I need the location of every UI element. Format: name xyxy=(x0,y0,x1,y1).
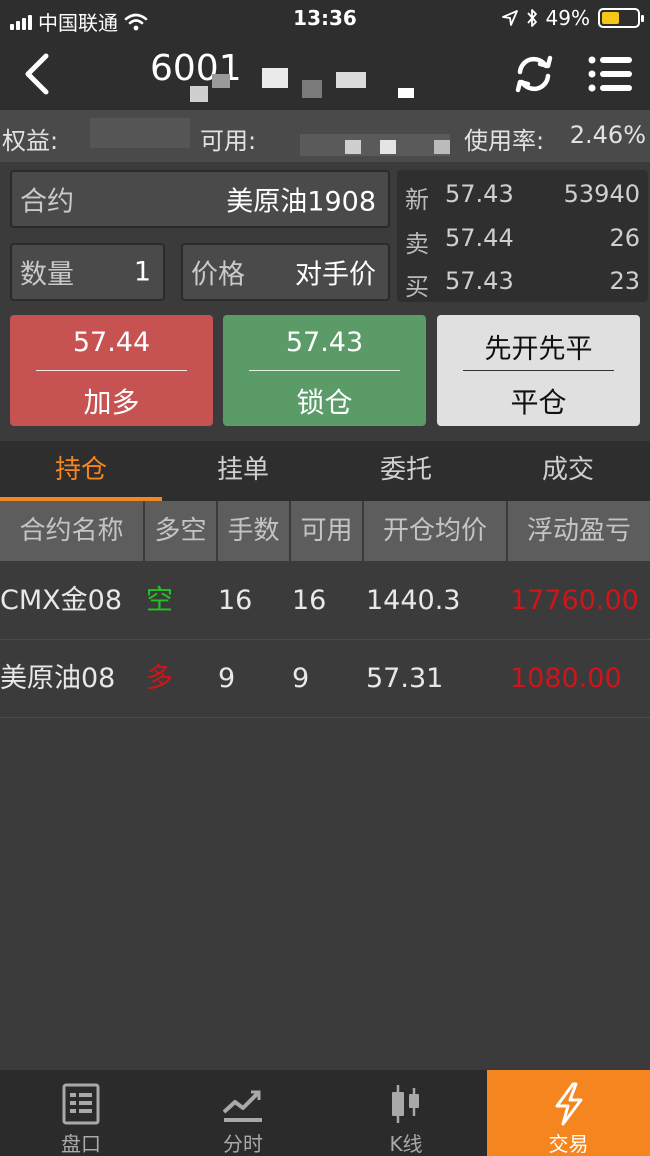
column-header: 浮动盈亏 xyxy=(526,516,631,546)
direction: 多 xyxy=(146,663,173,694)
nav-timeshare[interactable]: 分时 xyxy=(162,1070,324,1156)
lock-position-button[interactable]: 57.43 锁仓 xyxy=(223,315,426,426)
battery-percent: 49% xyxy=(545,6,590,30)
column-header: 手数 xyxy=(218,501,291,561)
price-value: 对手价 xyxy=(295,259,376,291)
quote-row-ask: 卖 57.44 26 xyxy=(397,218,648,258)
table-row[interactable]: 美原油08 多 9 9 57.31 1080.00 xyxy=(0,640,650,718)
tab-orders[interactable]: 委托 xyxy=(325,441,487,501)
available-lots: 16 xyxy=(292,585,327,616)
column-header: 多空 xyxy=(145,501,218,561)
quote-panel: 新 57.43 53940 卖 57.44 26 买 57.43 23 xyxy=(397,170,648,302)
positions-table-header: 合约名称 多空 手数 可用 开仓均价 浮动盈亏 xyxy=(0,501,650,561)
account-summary: 权益: 可用: 使用率: 2.46% xyxy=(0,110,650,162)
lots: 9 xyxy=(218,663,236,694)
nav-bar: 6001 xyxy=(0,38,650,110)
record-tabs: 持仓 挂单 委托 成交 xyxy=(0,441,650,501)
buy-price: 57.44 xyxy=(72,327,151,358)
close-position-button[interactable]: 先开先平 平仓 xyxy=(437,315,640,426)
battery-fill xyxy=(602,12,619,24)
price-field[interactable]: 价格 对手价 xyxy=(181,243,390,301)
nav-label: 交易 xyxy=(548,1132,589,1156)
divider xyxy=(36,370,187,371)
close-mode: 先开先平 xyxy=(484,334,593,365)
direction: 空 xyxy=(146,585,173,616)
quote-volume: 23 xyxy=(609,267,640,295)
lock-label: 锁仓 xyxy=(296,386,353,419)
candlestick-icon xyxy=(392,1085,419,1123)
nav-label: K线 xyxy=(389,1132,423,1156)
quantity-field[interactable]: 数量 1 xyxy=(10,243,165,301)
price-label: 价格 xyxy=(191,259,245,291)
column-header: 开仓均价 xyxy=(364,501,508,561)
timeshare-chart-icon xyxy=(222,1090,262,1122)
usage-value: 2.46% xyxy=(569,121,646,149)
lots: 16 xyxy=(218,585,253,616)
quote-row-last: 新 57.43 53940 xyxy=(397,174,648,214)
battery-icon xyxy=(598,8,644,28)
nav-label: 盘口 xyxy=(61,1132,101,1156)
close-label: 平仓 xyxy=(510,386,567,419)
bluetooth-icon xyxy=(526,9,537,27)
contract-name: 美原油08 xyxy=(0,663,116,694)
avg-open-price: 57.31 xyxy=(366,663,444,694)
quote-label: 买 xyxy=(405,273,429,301)
back-arrow-icon[interactable] xyxy=(18,50,62,98)
tab-trades[interactable]: 成交 xyxy=(487,441,649,501)
refresh-icon[interactable] xyxy=(512,52,556,96)
status-right: 49% xyxy=(501,6,644,30)
lightning-icon xyxy=(555,1082,582,1126)
quote-price: 57.43 xyxy=(445,267,514,295)
contract-value: 美原油1908 xyxy=(226,186,376,218)
quote-row-bid: 买 57.43 23 xyxy=(397,261,648,301)
nav-trade[interactable]: 交易 xyxy=(487,1070,650,1156)
quantity-value: 1 xyxy=(133,256,151,288)
divider xyxy=(249,370,400,371)
tab-pending-orders[interactable]: 挂单 xyxy=(162,441,324,501)
available-lots: 9 xyxy=(292,663,310,694)
column-header: 合约名称 xyxy=(0,501,145,561)
quote-volume: 26 xyxy=(609,224,640,252)
equity-label: 权益: xyxy=(2,127,59,155)
lock-price: 57.43 xyxy=(285,327,364,358)
buy-label: 加多 xyxy=(83,386,140,419)
available-label: 可用: xyxy=(200,127,257,155)
menu-list-icon[interactable] xyxy=(586,52,634,96)
quote-volume: 53940 xyxy=(563,180,640,208)
nav-order-book[interactable]: 盘口 xyxy=(0,1070,162,1156)
tab-positions[interactable]: 持仓 xyxy=(0,441,162,501)
table-row[interactable]: CMX金08 空 16 16 1440.3 17760.00 xyxy=(0,562,650,640)
nav-kline[interactable]: K线 xyxy=(325,1070,487,1156)
redacted-available xyxy=(300,134,450,156)
nav-label: 分时 xyxy=(223,1132,263,1156)
location-arrow-icon xyxy=(501,10,518,26)
divider xyxy=(463,370,614,371)
quote-price: 57.44 xyxy=(445,224,514,252)
buy-long-button[interactable]: 57.44 加多 xyxy=(10,315,213,426)
avg-open-price: 1440.3 xyxy=(366,585,461,616)
column-header: 可用 xyxy=(291,501,364,561)
status-bar: 中国联通 13:36 49% xyxy=(0,0,650,38)
quote-label: 新 xyxy=(405,186,429,214)
contract-field[interactable]: 合约 美原油1908 xyxy=(10,170,390,228)
floating-pnl: 17760.00 xyxy=(510,585,639,616)
floating-pnl: 1080.00 xyxy=(510,663,622,694)
quote-label: 卖 xyxy=(405,230,429,258)
usage-label: 使用率: xyxy=(464,127,545,155)
redacted-equity xyxy=(90,118,190,148)
quantity-label: 数量 xyxy=(20,259,74,291)
bottom-navigation: 盘口 分时 K线 交易 xyxy=(0,1070,650,1156)
quote-price: 57.43 xyxy=(445,180,514,208)
contract-name: CMX金08 xyxy=(0,585,123,616)
order-book-icon xyxy=(62,1083,100,1125)
contract-label: 合约 xyxy=(20,186,74,218)
